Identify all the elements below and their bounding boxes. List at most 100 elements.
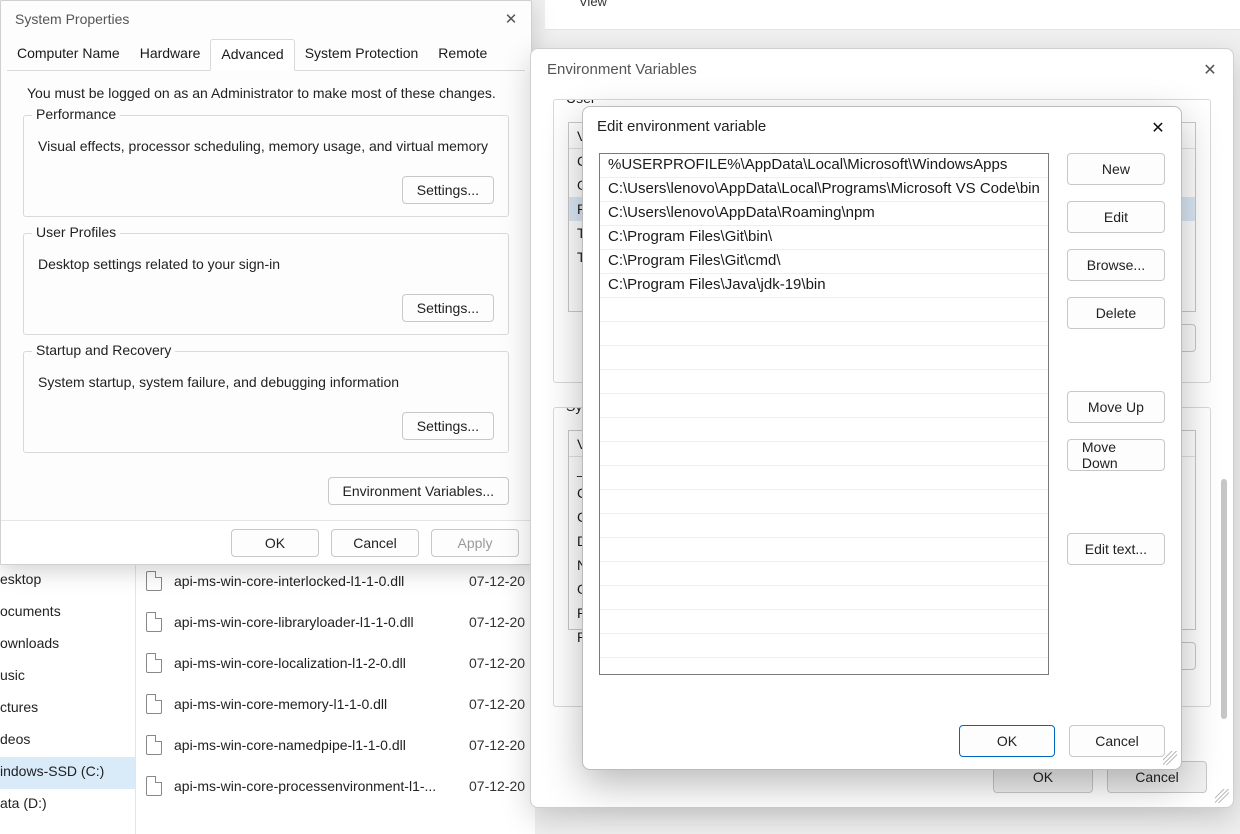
path-entry[interactable]: %USERPROFILE%\AppData\Local\Microsoft\Wi…	[600, 154, 1048, 178]
startup-recovery-desc: System startup, system failure, and debu…	[38, 374, 494, 390]
path-entry[interactable]	[600, 418, 1048, 442]
path-entry[interactable]	[600, 610, 1048, 634]
performance-group: Performance Visual effects, processor sc…	[23, 115, 509, 217]
system-properties-tabs: Computer NameHardwareAdvancedSystem Prot…	[7, 39, 525, 71]
file-name: api-ms-win-core-memory-l1-1-0.dll	[174, 696, 469, 712]
edit-button[interactable]: Edit	[1067, 201, 1165, 233]
startup-recovery-group: Startup and Recovery System startup, sys…	[23, 351, 509, 453]
path-entry[interactable]: C:\Program Files\Java\jdk-19\bin	[600, 274, 1048, 298]
user-profiles-settings-button[interactable]: Settings...	[402, 294, 494, 322]
path-entry[interactable]	[600, 490, 1048, 514]
apply-button: Apply	[431, 529, 519, 557]
file-date: 07-12-20	[469, 778, 525, 794]
browse-button[interactable]: Browse...	[1067, 249, 1165, 281]
scrollbar-thumb[interactable]	[1221, 479, 1227, 719]
window-title: System Properties ✕	[1, 1, 531, 39]
nav-item[interactable]: ocuments	[0, 597, 135, 629]
nav-item[interactable]: ata (D:)	[0, 789, 135, 821]
path-entry[interactable]	[600, 322, 1048, 346]
file-name: api-ms-win-core-namedpipe-l1-1-0.dll	[174, 737, 469, 753]
file-name: api-ms-win-core-libraryloader-l1-1-0.dll	[174, 614, 469, 630]
path-entry[interactable]	[600, 514, 1048, 538]
file-icon	[146, 571, 162, 591]
move-down-button[interactable]: Move Down	[1067, 439, 1165, 471]
file-name: api-ms-win-core-localization-l1-2-0.dll	[174, 655, 469, 671]
path-entry[interactable]	[600, 538, 1048, 562]
user-profiles-desc: Desktop settings related to your sign-in	[38, 256, 494, 272]
nav-item[interactable]: esktop	[0, 565, 135, 597]
tab-system-protection[interactable]: System Protection	[295, 39, 429, 70]
path-entry[interactable]: C:\Users\lenovo\AppData\Local\Programs\M…	[600, 178, 1048, 202]
file-date: 07-12-20	[469, 614, 525, 630]
path-entry[interactable]	[600, 442, 1048, 466]
explorer-view-tab[interactable]: View	[545, 0, 1240, 30]
startup-recovery-settings-button[interactable]: Settings...	[402, 412, 494, 440]
file-date: 07-12-20	[469, 696, 525, 712]
user-variables-legend: User	[562, 99, 600, 106]
path-entry[interactable]	[600, 586, 1048, 610]
startup-recovery-legend: Startup and Recovery	[32, 342, 175, 358]
path-entry[interactable]	[600, 634, 1048, 658]
nav-item[interactable]: usic	[0, 661, 135, 693]
file-icon	[146, 694, 162, 714]
tab-computer-name[interactable]: Computer Name	[7, 39, 130, 70]
file-row[interactable]: api-ms-win-core-libraryloader-l1-1-0.dll…	[136, 601, 535, 642]
file-row[interactable]: api-ms-win-core-memory-l1-1-0.dll07-12-2…	[136, 683, 535, 724]
path-entry[interactable]: C:\Users\lenovo\AppData\Roaming\npm	[600, 202, 1048, 226]
user-profiles-group: User Profiles Desktop settings related t…	[23, 233, 509, 335]
path-entry[interactable]	[600, 466, 1048, 490]
path-entry[interactable]: C:\Program Files\Git\bin\	[600, 226, 1048, 250]
edit-text-button[interactable]: Edit text...	[1067, 533, 1165, 565]
tab-hardware[interactable]: Hardware	[130, 39, 211, 70]
nav-item[interactable]: ctures	[0, 693, 135, 725]
path-entries-list[interactable]: %USERPROFILE%\AppData\Local\Microsoft\Wi…	[599, 153, 1049, 675]
path-entry[interactable]	[600, 394, 1048, 418]
performance-legend: Performance	[32, 106, 120, 122]
new-button[interactable]: New	[1067, 153, 1165, 185]
delete-button[interactable]: Delete	[1067, 297, 1165, 329]
file-date: 07-12-20	[469, 573, 525, 589]
performance-settings-button[interactable]: Settings...	[402, 176, 494, 204]
file-icon	[146, 735, 162, 755]
ok-button[interactable]: OK	[231, 529, 319, 557]
file-row[interactable]: api-ms-win-core-processenvironment-l1-..…	[136, 765, 535, 806]
file-icon	[146, 612, 162, 632]
path-entry[interactable]	[600, 562, 1048, 586]
close-icon[interactable]: ✕	[1143, 113, 1173, 143]
explorer-file-list: api-ms-win-core-interlocked-l1-1-0.dll07…	[135, 560, 535, 834]
file-name: api-ms-win-core-processenvironment-l1-..…	[174, 778, 469, 794]
resize-grip-icon[interactable]	[1163, 751, 1177, 765]
window-title: Environment Variables ✕	[531, 49, 1233, 93]
environment-variables-button[interactable]: Environment Variables...	[328, 477, 509, 505]
move-up-button[interactable]: Move Up	[1067, 391, 1165, 423]
dialog-title: Edit environment variable ✕	[583, 107, 1181, 149]
close-icon[interactable]: ✕	[497, 5, 525, 33]
tab-remote[interactable]: Remote	[428, 39, 497, 70]
path-entry[interactable]	[600, 346, 1048, 370]
file-icon	[146, 653, 162, 673]
path-entry[interactable]	[600, 298, 1048, 322]
ok-button[interactable]: OK	[959, 725, 1055, 757]
cancel-button[interactable]: Cancel	[1069, 725, 1165, 757]
file-date: 07-12-20	[469, 737, 525, 753]
file-row[interactable]: api-ms-win-core-localization-l1-2-0.dll0…	[136, 642, 535, 683]
nav-item[interactable]: ownloads	[0, 629, 135, 661]
file-icon	[146, 776, 162, 796]
file-row[interactable]: api-ms-win-core-namedpipe-l1-1-0.dll07-1…	[136, 724, 535, 765]
file-name: api-ms-win-core-interlocked-l1-1-0.dll	[174, 573, 469, 589]
performance-desc: Visual effects, processor scheduling, me…	[38, 138, 494, 154]
system-properties-window: System Properties ✕ Computer NameHardwar…	[0, 0, 532, 565]
file-date: 07-12-20	[469, 655, 525, 671]
resize-grip-icon[interactable]	[1215, 789, 1229, 803]
user-profiles-legend: User Profiles	[32, 224, 120, 240]
file-row[interactable]: api-ms-win-core-interlocked-l1-1-0.dll07…	[136, 560, 535, 601]
edit-environment-variable-dialog: Edit environment variable ✕ %USERPROFILE…	[582, 106, 1182, 770]
explorer-nav-pane: esktopocumentsownloadsusiccturesdeosindo…	[0, 565, 135, 834]
path-entry[interactable]	[600, 370, 1048, 394]
nav-item[interactable]: deos	[0, 725, 135, 757]
cancel-button[interactable]: Cancel	[331, 529, 419, 557]
tab-advanced[interactable]: Advanced	[210, 39, 294, 71]
close-icon[interactable]: ✕	[1195, 55, 1225, 85]
nav-item[interactable]: indows-SSD (C:)	[0, 757, 135, 789]
path-entry[interactable]: C:\Program Files\Git\cmd\	[600, 250, 1048, 274]
